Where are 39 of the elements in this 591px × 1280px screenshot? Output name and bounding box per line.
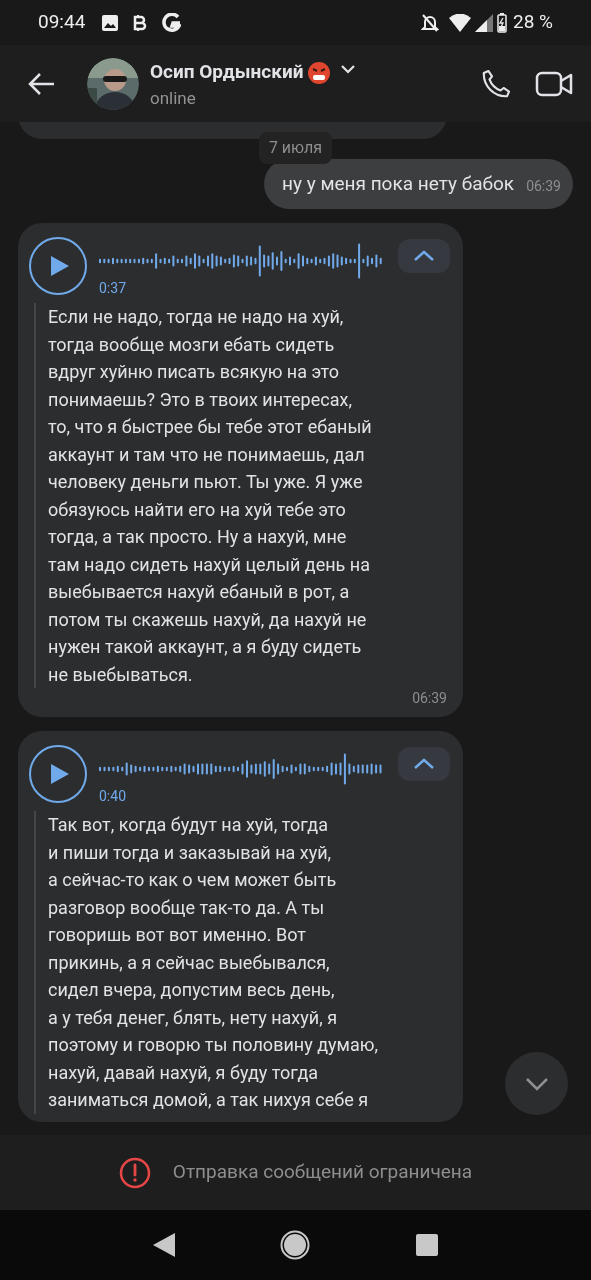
home-nav-icon[interactable] [280, 1230, 311, 1260]
battery-icon [497, 12, 507, 33]
bitcoin-icon [133, 13, 148, 32]
transcript-text: Если не надо, тогда не надо на хуй, тогда вообще мозги ебать сидеть вдруг хуйню писать всякую на это понимаешь? Это в твоих интересах, то, что я быстрее бы тебе этот ебаный аккаунт и там что не понимаешь, дал человеку деньги пьют. Ты уже. Я уже обязуюсь найти его на хуй тебе это тогда, а так просто. Ну а нахуй, мне там надо сидеть нахуй целый день на выебывается нахуй ебаный в рот, а потом ты скажешь нахуй, да нахуй не нужен такой аккаунт, а я буду сидеть не выебываться. [48, 305, 373, 687]
transcript-text: Так вот, когда будут на хуй, тогда и пиши тогда и заказывай на хуй, а сейчас-то как о чем может быть разговор вообще так-то да. А ты говоришь вот вот именно. Вот прикинь, а я сейчас выебывался, сидел вчера, допустим весь день, а у тебя денег, блять, нету нахуй, я поэтому и говорю ты половину думаю, нахуй, давай нахуй, я буду тогда заниматься домой, а так нихуя себе я [48, 813, 379, 1112]
message-text: ну у меня пока нету бабок [282, 171, 515, 197]
status-time: 09:44 [38, 9, 86, 36]
transcript-toggle-button[interactable] [398, 239, 450, 273]
waveform[interactable] [99, 243, 384, 279]
recents-nav-icon[interactable] [416, 1234, 439, 1256]
voice-duration: 0:37 [99, 279, 127, 297]
mute-notifications-icon [421, 12, 439, 33]
back-nav-icon[interactable] [152, 1233, 175, 1257]
chevron-up-icon [413, 758, 435, 770]
play-button[interactable] [29, 237, 87, 295]
chevron-down-icon [524, 1076, 549, 1091]
image-icon [101, 13, 120, 32]
message-time: 06:39 [412, 689, 447, 708]
contact-name[interactable]: Осип Ордынский [150, 58, 304, 87]
play-icon [51, 256, 69, 276]
back-arrow-icon [27, 71, 55, 96]
angry-emoji-icon [307, 60, 332, 85]
wifi-icon [449, 13, 471, 32]
message-time: 06:39 [526, 177, 561, 196]
app-icon [161, 12, 182, 33]
voice-duration: 0:40 [99, 787, 127, 805]
waveform[interactable] [99, 751, 384, 787]
chevron-up-icon [413, 250, 435, 262]
restriction-notice: Отправка сообщений ограничена [172, 1159, 473, 1186]
play-button[interactable] [29, 745, 87, 803]
contact-status: online [150, 86, 197, 109]
play-icon [51, 764, 69, 784]
chevron-down-icon[interactable] [341, 65, 356, 74]
video-camera-icon [535, 70, 573, 97]
signal-icon [475, 13, 493, 32]
warning-icon [118, 1156, 151, 1189]
battery-level: 28 % [513, 9, 553, 36]
date-label: 7 июля [258, 132, 333, 164]
transcript-toggle-button[interactable] [398, 747, 450, 781]
